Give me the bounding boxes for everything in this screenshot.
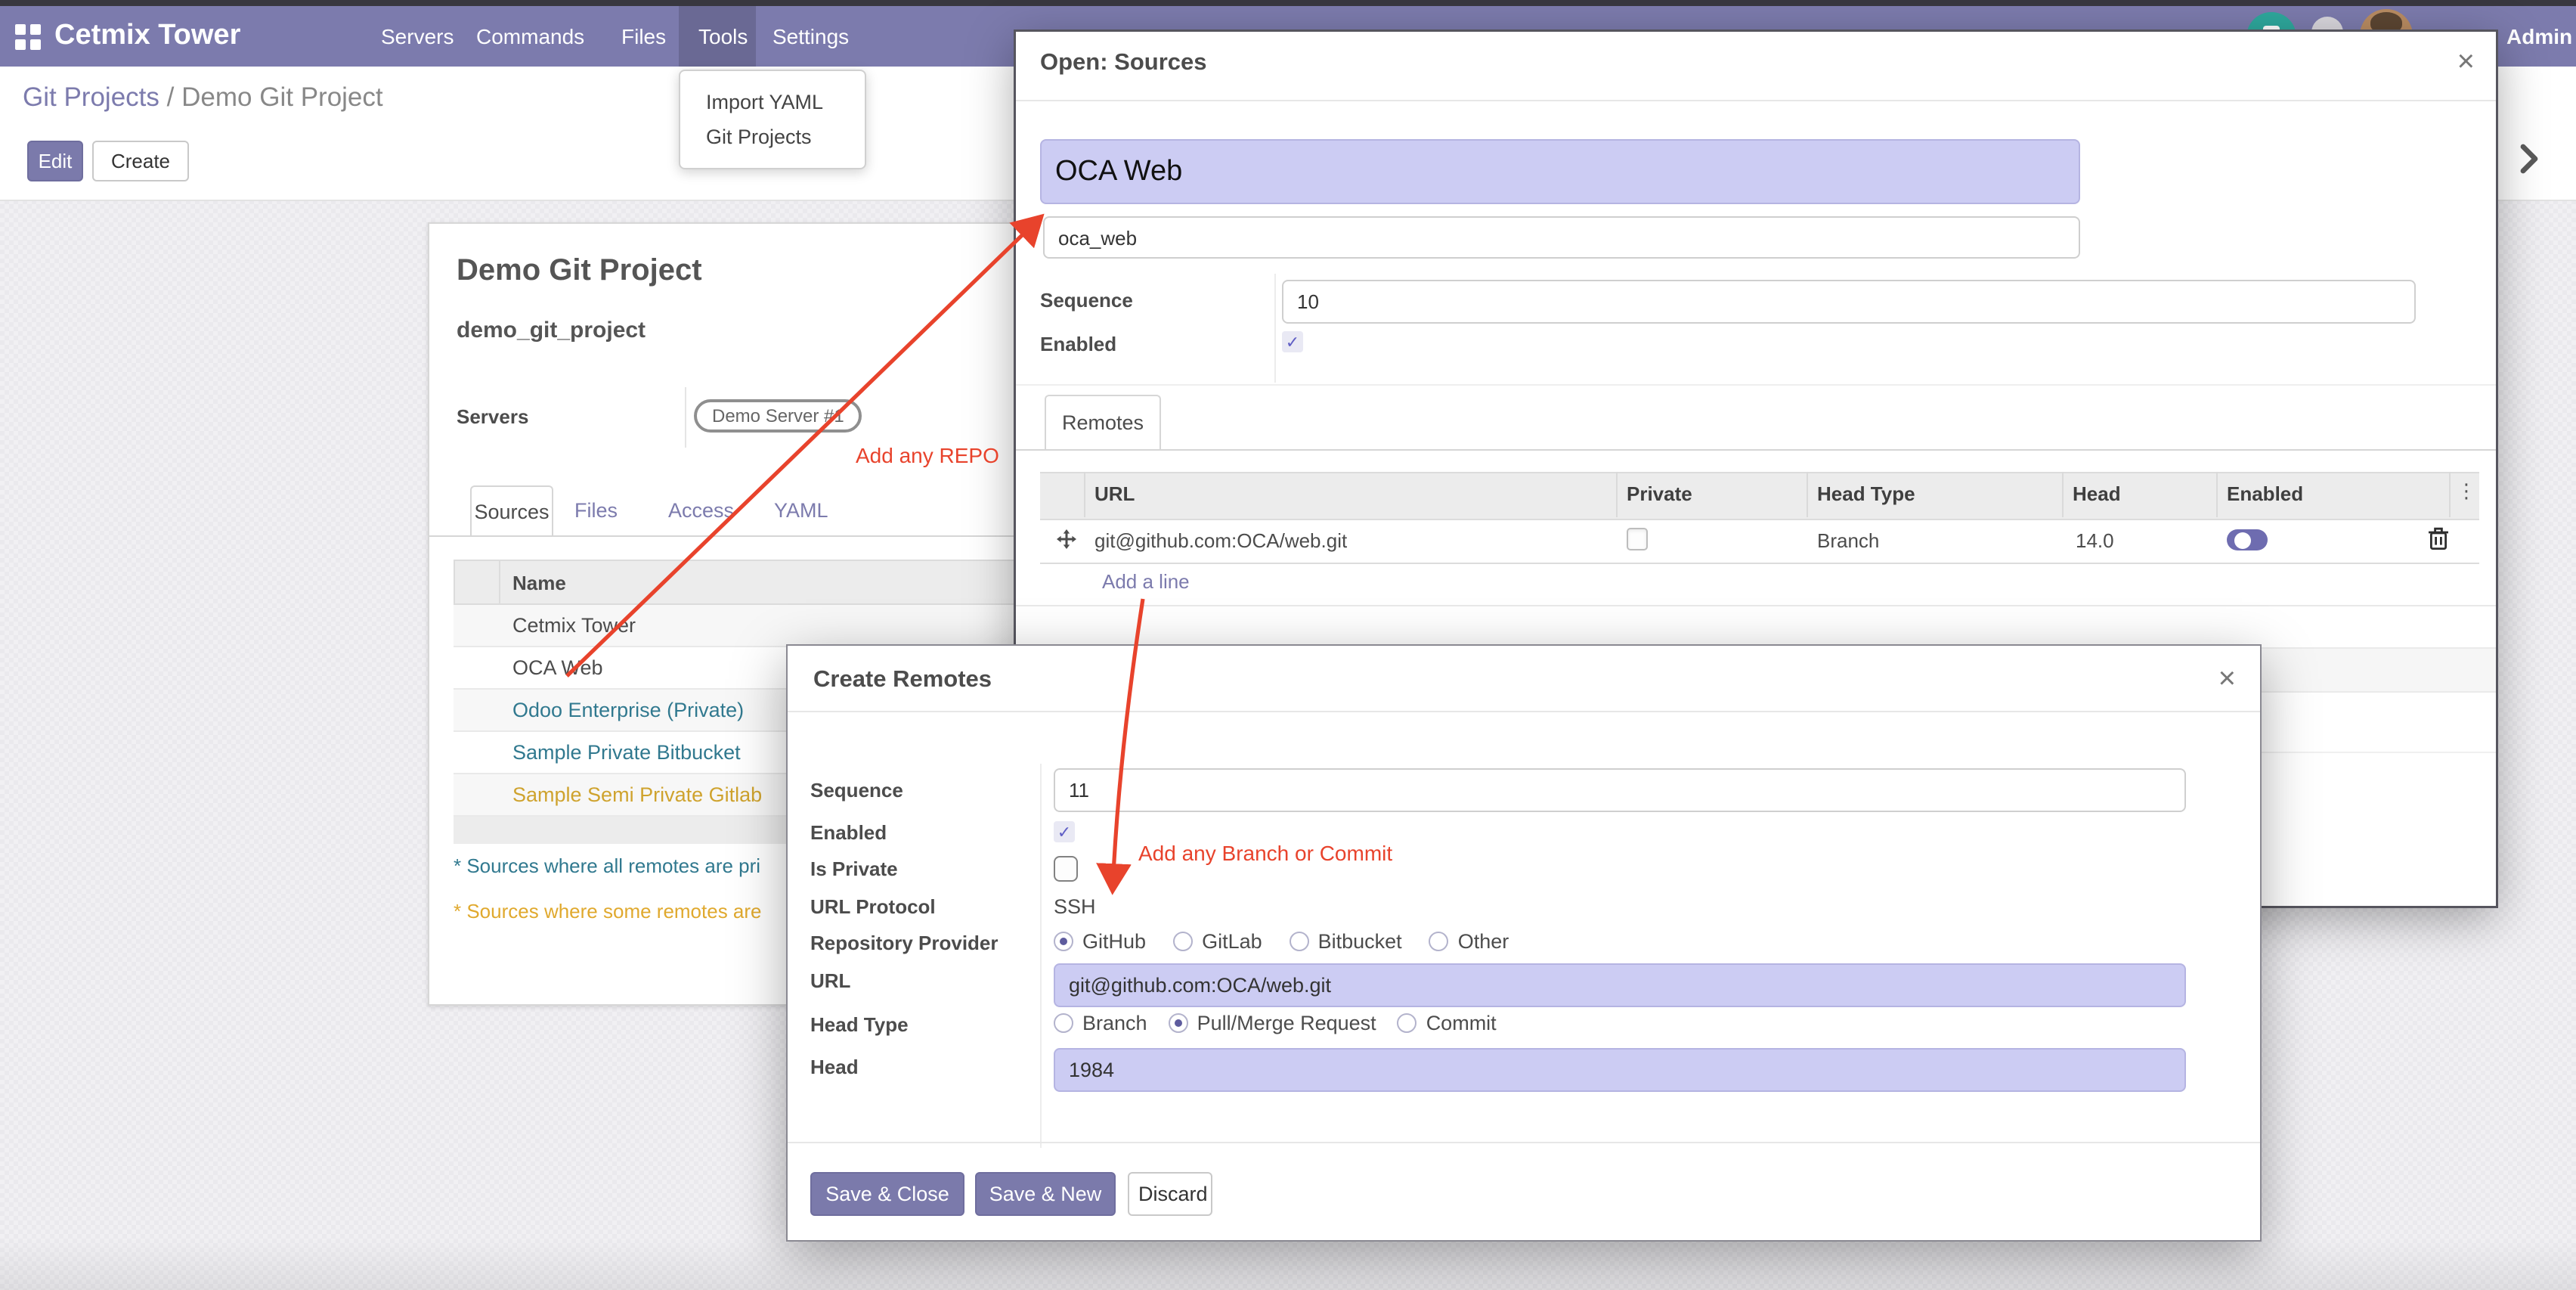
radio-bitbucket[interactable] (1290, 932, 1309, 951)
is-private-label: Is Private (810, 857, 898, 880)
url-label: URL (810, 969, 850, 992)
radio-github[interactable] (1054, 932, 1073, 951)
sources-list-handle-column (454, 560, 500, 605)
breadcrumb-parent-link[interactable]: Git Projects (23, 82, 159, 112)
close-icon[interactable]: × (2457, 50, 2475, 74)
app-brand[interactable]: Cetmix Tower (54, 6, 240, 67)
enabled-toggle[interactable] (2227, 529, 2268, 550)
radio-other-label[interactable]: Other (1458, 930, 1509, 953)
url-protocol-value: SSH (1054, 895, 1096, 918)
repository-provider-label: Repository Provider (810, 932, 999, 954)
tab-divider (429, 535, 1070, 537)
nav-item-servers[interactable]: Servers (381, 6, 454, 67)
menu-item-git-projects[interactable]: Git Projects (680, 119, 865, 154)
head-type-cell[interactable]: Branch (1817, 529, 1879, 552)
sequence-input[interactable]: 11 (1054, 768, 2186, 812)
head-type-label: Head Type (810, 1013, 909, 1036)
enabled-label: Enabled (810, 821, 887, 844)
repository-provider-radiogroup: GitHub GitLab Bitbucket Other (1054, 929, 1536, 956)
private-checkbox[interactable] (1627, 528, 1648, 550)
radio-commit[interactable] (1398, 1013, 1417, 1033)
nav-item-tools[interactable]: Tools (698, 6, 748, 67)
source-tech-name-input[interactable]: oca_web (1043, 216, 2080, 259)
radio-branch[interactable] (1054, 1013, 1073, 1033)
sequence-label: Sequence (810, 779, 903, 802)
project-tech-name: demo_git_project (457, 318, 646, 343)
field-divider (685, 387, 686, 448)
column-head: Head (2073, 482, 2121, 505)
sequence-input[interactable]: 10 (1282, 280, 2416, 324)
nav-item-settings[interactable]: Settings (772, 6, 849, 67)
create-remotes-title: Create Remotes (813, 667, 992, 694)
column-url: URL (1094, 482, 1135, 505)
annotation-add-any-repo: Add any REPO (856, 443, 999, 467)
column-private: Private (1627, 482, 1692, 505)
head-cell[interactable]: 14.0 (2076, 529, 2114, 552)
radio-other[interactable] (1429, 932, 1449, 951)
radio-gitlab[interactable] (1173, 932, 1193, 951)
remote-url-cell[interactable]: git@github.com:OCA/web.git (1094, 529, 1347, 552)
head-label: Head (810, 1056, 859, 1078)
radio-commit-label[interactable]: Commit (1426, 1012, 1497, 1034)
save-close-button[interactable]: Save & Close (810, 1172, 964, 1216)
sequence-label: Sequence (1040, 289, 1133, 312)
head-input[interactable]: 1984 (1054, 1048, 2186, 1092)
apps-grid-icon[interactable] (15, 24, 41, 50)
tab-remotes[interactable]: Remotes (1045, 395, 1161, 451)
radio-pull-merge-request[interactable] (1169, 1013, 1188, 1033)
optional-columns-icon[interactable]: ⋮ (2457, 481, 2476, 504)
radio-bitbucket-label[interactable]: Bitbucket (1318, 930, 1402, 953)
user-menu[interactable]: Admin (2506, 6, 2572, 67)
breadcrumb-current: Demo Git Project (181, 82, 382, 112)
delete-icon[interactable] (2428, 526, 2449, 550)
head-type-radiogroup: Branch Pull/Merge Request Commit (1054, 1010, 1524, 1037)
sources-modal-title: Open: Sources (1040, 50, 1207, 77)
pager-next-icon[interactable] (2520, 144, 2540, 174)
column-head-type: Head Type (1817, 482, 1915, 505)
column-enabled: Enabled (2227, 482, 2303, 505)
project-title: Demo Git Project (457, 254, 702, 289)
save-new-button[interactable]: Save & New (975, 1172, 1116, 1216)
window-top-strip (0, 0, 2576, 6)
source-name-input[interactable]: OCA Web (1040, 139, 2080, 204)
edit-button[interactable]: Edit (27, 141, 83, 181)
close-icon[interactable]: × (2218, 667, 2236, 691)
discard-button[interactable]: Discard (1128, 1172, 1212, 1216)
annotation-add-any-branch: Add any Branch or Commit (1138, 841, 1392, 865)
url-input[interactable]: git@github.com:OCA/web.git (1054, 963, 2186, 1007)
tools-dropdown: Import YAML Git Projects (679, 70, 866, 169)
is-private-checkbox[interactable] (1054, 856, 1078, 882)
radio-pull-merge-request-label[interactable]: Pull/Merge Request (1197, 1012, 1376, 1034)
enabled-checkbox[interactable]: ✓ (1054, 821, 1075, 842)
add-a-line-link[interactable]: Add a line (1102, 570, 1190, 593)
drag-handle-icon[interactable] (1057, 529, 1076, 549)
url-protocol-label: URL Protocol (810, 895, 936, 918)
menu-item-import-yaml[interactable]: Import YAML (680, 85, 865, 119)
tab-files[interactable]: Files (574, 499, 618, 522)
breadcrumb-separator: / (167, 82, 182, 112)
radio-gitlab-label[interactable]: GitLab (1202, 930, 1262, 953)
enabled-checkbox[interactable]: ✓ (1282, 331, 1303, 352)
create-button[interactable]: Create (92, 141, 189, 181)
create-remotes-modal: Create Remotes × Sequence 11 Enabled ✓ I… (788, 646, 2260, 1240)
servers-label: Servers (457, 405, 528, 428)
tab-yaml[interactable]: YAML (774, 499, 828, 522)
breadcrumb: Git Projects / Demo Git Project (23, 82, 383, 113)
column-name: Name (512, 572, 566, 594)
server-tag[interactable]: Demo Server #1 (694, 399, 862, 433)
app-window: Cetmix Tower Servers Commands Files Tool… (0, 0, 2576, 1290)
radio-github-label[interactable]: GitHub (1082, 930, 1146, 953)
source-row[interactable]: Cetmix Tower (454, 605, 1070, 647)
radio-branch-label[interactable]: Branch (1082, 1012, 1147, 1034)
enabled-label: Enabled (1040, 333, 1116, 355)
nav-item-files[interactable]: Files (621, 6, 666, 67)
tab-access[interactable]: Access (668, 499, 734, 522)
tab-sources[interactable]: Sources (470, 485, 553, 537)
nav-item-commands[interactable]: Commands (476, 6, 584, 67)
